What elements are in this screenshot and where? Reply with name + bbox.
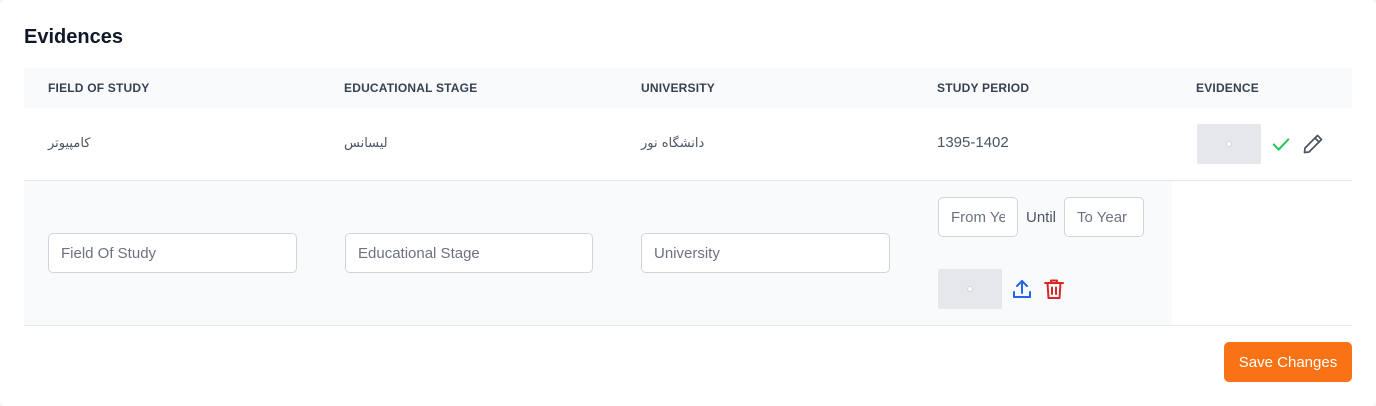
trash-icon[interactable] <box>1042 277 1066 306</box>
column-header-evidence: Evidence <box>1196 81 1259 95</box>
row-divider <box>24 325 1352 326</box>
evidence-thumbnail[interactable] <box>1197 124 1261 164</box>
until-label: Until <box>1026 209 1057 226</box>
educational-stage-input[interactable] <box>345 233 593 273</box>
university-input[interactable] <box>641 233 890 273</box>
pencil-icon[interactable] <box>1301 132 1325 161</box>
section-title: Evidences <box>24 26 123 48</box>
cell-university: دانشگاه نور <box>641 136 705 151</box>
column-header-educational-stage: Educational Stage <box>344 81 478 95</box>
check-icon[interactable] <box>1270 133 1292 160</box>
column-header-study-period: Study Period <box>937 81 1030 95</box>
column-header-university: University <box>641 81 716 95</box>
evidences-card: Evidences Field Of Study Educational Sta… <box>0 0 1376 406</box>
cell-study-period: 1395-1402 <box>937 134 1009 151</box>
field-of-study-input[interactable] <box>48 233 297 273</box>
column-header-field-of-study: Field Of Study <box>48 81 150 95</box>
upload-icon[interactable] <box>1010 277 1034 306</box>
table-row: کامپیوتر لیسانس دانشگاه نور 1395-1402 <box>24 108 1352 181</box>
save-changes-button[interactable]: Save Changes <box>1224 342 1352 382</box>
cell-field-of-study: کامپیوتر <box>48 136 91 151</box>
new-row-empty-cell <box>1172 181 1352 325</box>
evidence-upload-thumbnail[interactable] <box>938 269 1002 309</box>
table-header: Field Of Study Educational Stage Univers… <box>24 68 1352 108</box>
to-year-input[interactable] <box>1064 197 1144 237</box>
from-year-input[interactable] <box>938 197 1018 237</box>
cell-educational-stage: لیسانس <box>344 136 388 151</box>
